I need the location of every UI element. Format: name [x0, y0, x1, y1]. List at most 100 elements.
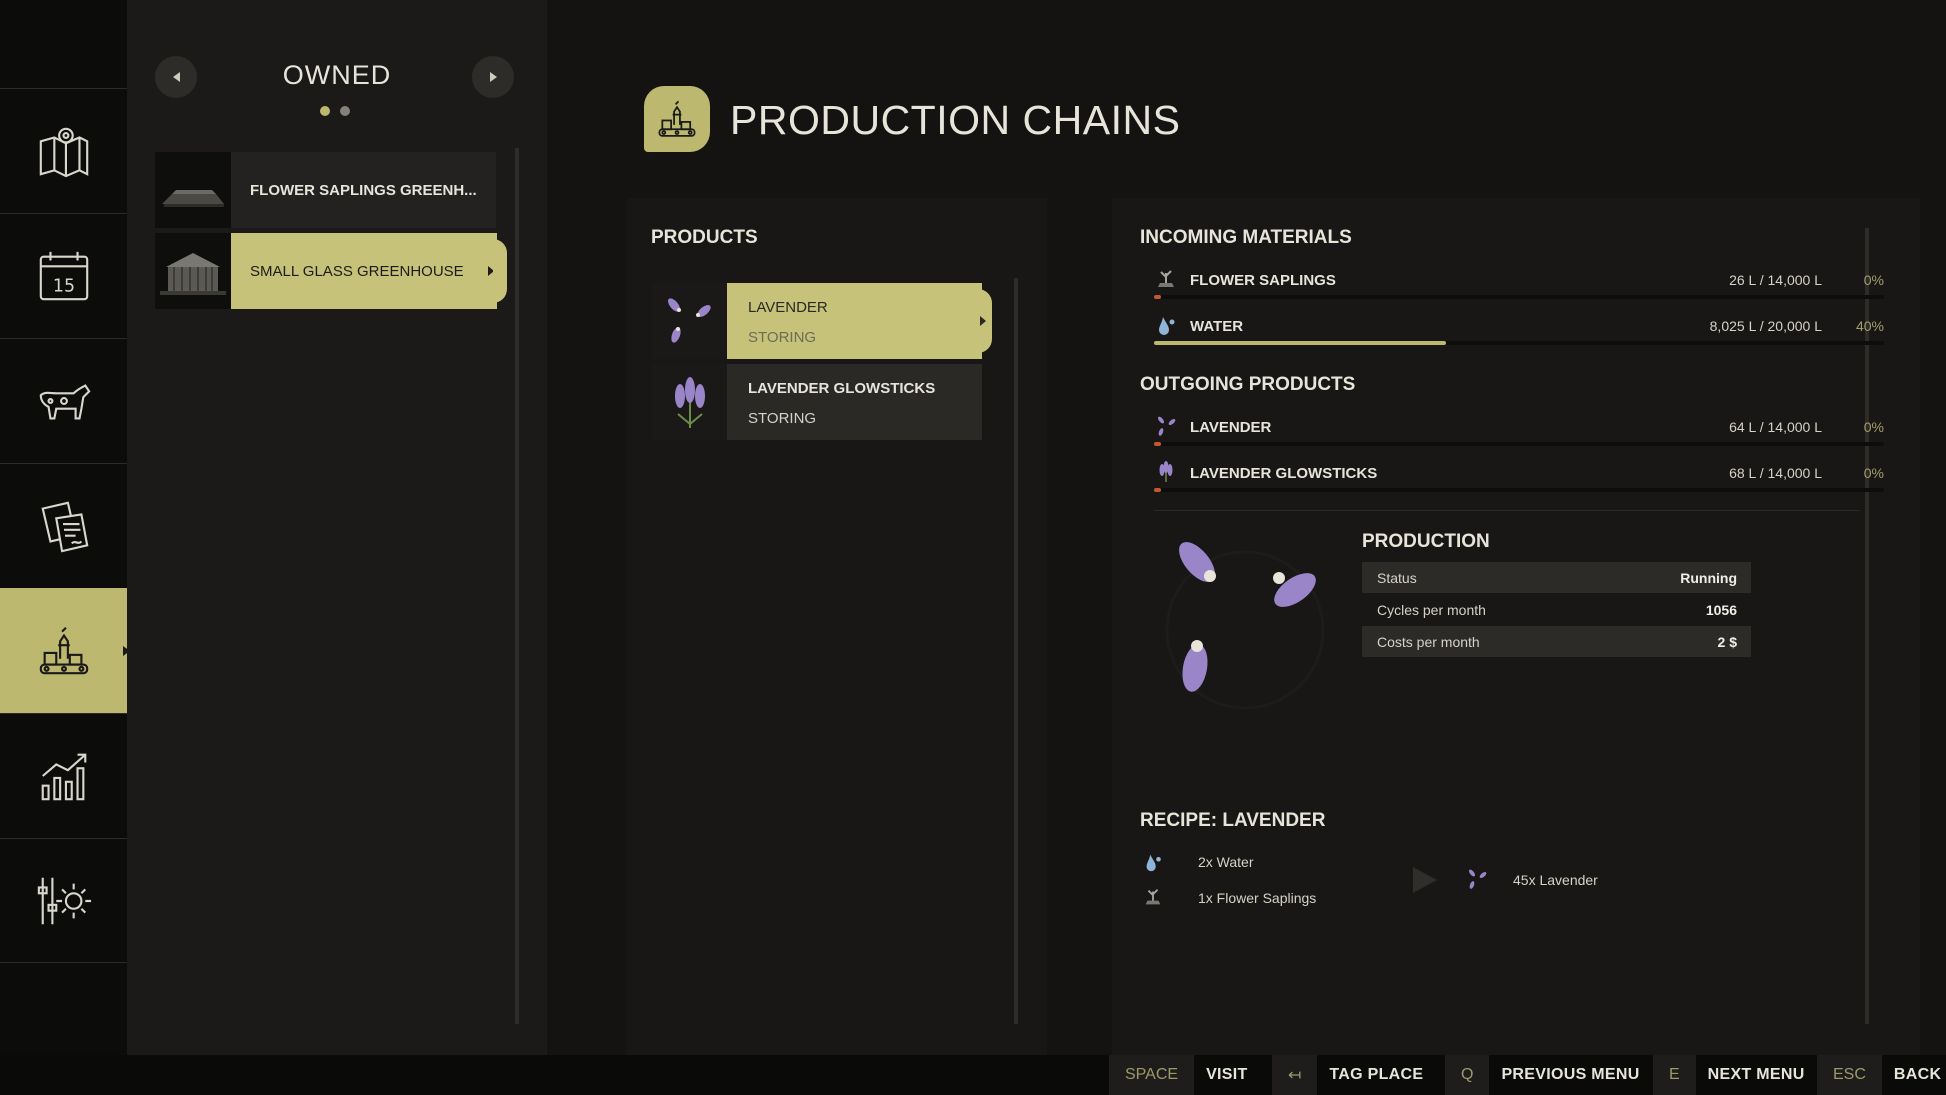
production-icon [39, 626, 88, 674]
products-heading: PRODUCTS [651, 227, 758, 248]
key-tag-place: ↤ [1272, 1055, 1318, 1095]
key-q: Q [1445, 1055, 1490, 1095]
outgoing-product-row: LAVENDER 64 L / 14,000 L 0% [1154, 414, 1884, 454]
lavender-glowsticks-icon [674, 377, 705, 428]
owned-item-small-glass-greenhouse[interactable]: SMALL GLASS GREENHOUSE [155, 233, 507, 309]
material-name: FLOWER SAPLINGS [1190, 272, 1336, 289]
lavender-glowsticks-thumbnail [652, 364, 727, 440]
incoming-materials-heading: INCOMING MATERIALS [1140, 227, 1352, 248]
hint-back[interactable]: ESC BACK [1817, 1055, 1946, 1095]
cycles-value: 1056 [1705, 602, 1737, 618]
page-title: PRODUCTION CHAINS [730, 97, 1181, 143]
product-state: STORING [748, 329, 817, 346]
product-fill [1154, 442, 1162, 446]
product-fill-bar [1154, 488, 1884, 492]
owned-item-flower-saplings-greenhouse[interactable]: FLOWER SAPLINGS GREENH... [155, 152, 496, 228]
material-amount: 26 L / 14,000 L [1729, 272, 1822, 288]
material-percent: 0% [1863, 272, 1884, 288]
lavender-icon [1469, 869, 1487, 889]
products-scrollbar[interactable] [1014, 278, 1018, 1024]
action-next-menu: NEXT MENU [1707, 1066, 1805, 1083]
material-fill-bar [1154, 295, 1884, 299]
glass-greenhouse-image [160, 253, 226, 295]
action-back: BACK [1893, 1066, 1942, 1083]
product-item-lavender[interactable]: LAVENDER STORING [652, 283, 992, 359]
cycles-label: Cycles per month [1377, 602, 1486, 618]
svg-text:15: 15 [52, 276, 74, 296]
rail-item-settings[interactable] [0, 838, 127, 963]
recipe-arrow-icon [1413, 867, 1437, 893]
outgoing-product-row: LAVENDER GLOWSTICKS 68 L / 14,000 L 0% [1154, 460, 1884, 500]
action-visit: VISIT [1206, 1066, 1248, 1083]
page-dot[interactable] [320, 106, 330, 116]
animals-icon [39, 384, 91, 420]
product-name: LAVENDER [1190, 419, 1272, 436]
water-drop-icon [1146, 854, 1161, 872]
product-amount: 68 L / 14,000 L [1729, 465, 1822, 481]
bottom-hint-bar: SPACE VISIT ↤ TAG PLACE Q PREVIOUS MENU … [0, 1055, 1946, 1095]
product-state: STORING [748, 410, 817, 427]
owned-list-scrollbar[interactable] [515, 148, 519, 1024]
main-content: PRODUCTION CHAINS PRODUCTS LAVENDER STOR… [547, 0, 1946, 1055]
action-tag-place: TAG PLACE [1329, 1066, 1424, 1083]
production-cycles-row: Cycles per month 1056 [1362, 594, 1751, 625]
calendar-icon: 15 [39, 251, 88, 301]
recipe-input: 1x Flower Saplings [1198, 890, 1317, 906]
owned-item-label: FLOWER SAPLINGS GREENH... [250, 181, 477, 199]
lavender-glowsticks-icon [1159, 461, 1173, 482]
rail-item-calendar[interactable]: 15 [0, 213, 127, 338]
action-previous-menu: PREVIOUS MENU [1501, 1066, 1640, 1083]
sidebar-nav: 15 [0, 0, 130, 1055]
product-amount: 64 L / 14,000 L [1729, 419, 1822, 435]
production-chains-header-icon [644, 86, 710, 152]
arrow-right-icon [489, 72, 497, 82]
greenhouse-thumbnail [155, 233, 231, 309]
rail-item-map[interactable] [0, 88, 127, 213]
contracts-icon [40, 501, 88, 553]
lavender-production-image [1165, 542, 1325, 710]
active-caret-icon [123, 645, 130, 656]
page-dot[interactable] [340, 106, 350, 116]
production-status-row: Status Running [1362, 562, 1751, 593]
lavender-thumbnail [652, 283, 727, 359]
greenhouse-image [162, 190, 224, 207]
status-value: Running [1680, 570, 1737, 586]
material-percent: 40% [1855, 318, 1884, 334]
hint-previous-menu[interactable]: Q PREVIOUS MENU [1445, 1055, 1652, 1095]
material-fill [1154, 341, 1446, 345]
costs-label: Costs per month [1377, 634, 1480, 650]
divider [1154, 510, 1860, 511]
water-drop-icon [1159, 317, 1175, 335]
production-icon [658, 100, 696, 137]
owned-item-label: SMALL GLASS GREENHOUSE [250, 262, 464, 280]
product-fill-bar [1154, 442, 1884, 446]
rail-item-contracts[interactable] [0, 463, 127, 588]
key-esc: ESC [1817, 1055, 1882, 1095]
material-fill [1154, 295, 1162, 299]
rail-item-statistics[interactable] [0, 713, 127, 838]
settings-icon [37, 877, 91, 924]
product-name: LAVENDER GLOWSTICKS [748, 380, 936, 397]
owned-panel: OWNED FLOWER SAPLINGS GREENH... SMALL GL… [127, 0, 547, 1055]
rail-item-production[interactable] [0, 588, 130, 713]
production-costs-row: Costs per month 2 $ [1362, 626, 1751, 657]
hint-tag-place[interactable]: ↤ TAG PLACE [1272, 1055, 1435, 1095]
map-icon [39, 127, 88, 178]
production-heading: PRODUCTION [1362, 531, 1490, 552]
material-amount: 8,025 L / 20,000 L [1709, 318, 1822, 334]
flower-saplings-icon [1145, 889, 1161, 905]
next-page-button[interactable] [472, 56, 514, 98]
rail-item-animals[interactable] [0, 338, 127, 463]
lavender-icon [1158, 416, 1176, 436]
product-percent: 0% [1863, 419, 1884, 435]
hint-next-menu[interactable]: E NEXT MENU [1653, 1055, 1817, 1095]
incoming-material-row: WATER 8,025 L / 20,000 L 40% [1154, 313, 1884, 353]
product-item-lavender-glowsticks[interactable]: LAVENDER GLOWSTICKS STORING [652, 364, 982, 440]
status-label: Status [1377, 570, 1417, 586]
incoming-material-row: FLOWER SAPLINGS 26 L / 14,000 L 0% [1154, 267, 1884, 307]
hint-visit[interactable]: SPACE VISIT [1109, 1055, 1260, 1095]
key-space: SPACE [1109, 1055, 1195, 1095]
selected-caret-icon [980, 316, 986, 326]
flower-saplings-icon [1158, 270, 1174, 287]
product-name: LAVENDER GLOWSTICKS [1190, 465, 1378, 482]
